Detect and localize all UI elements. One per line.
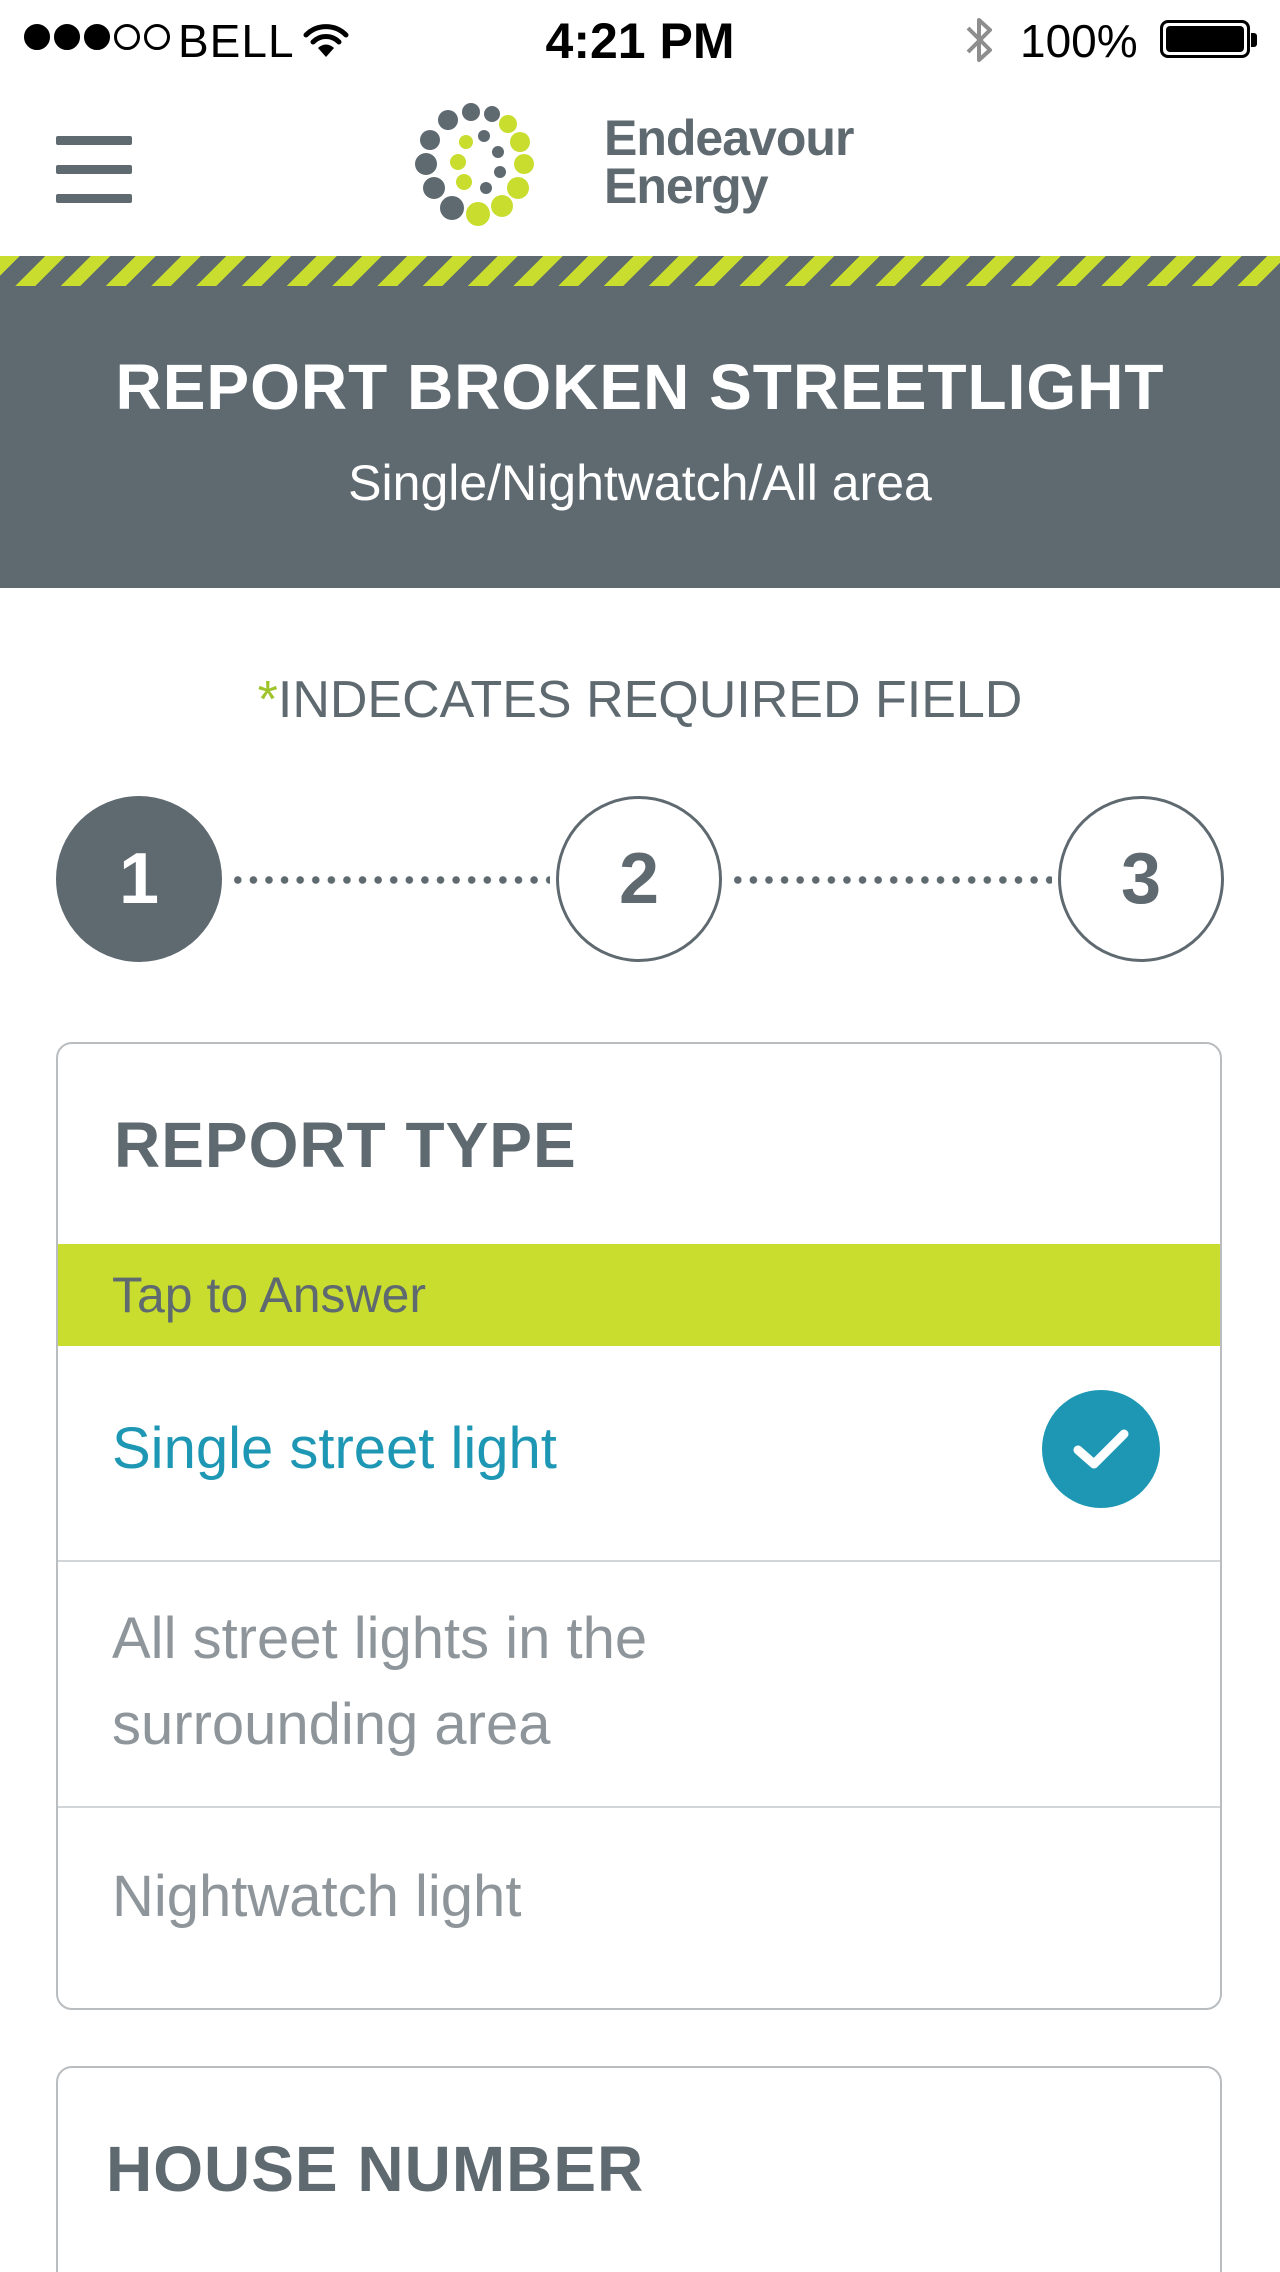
option-nightwatch-light[interactable]: Nightwatch light bbox=[58, 1808, 1220, 2008]
step-connector bbox=[730, 876, 1052, 884]
step-1[interactable]: 1 bbox=[56, 796, 222, 962]
tap-to-answer-bar: Tap to Answer bbox=[58, 1244, 1220, 1346]
app-header: Endeavour Energy bbox=[0, 80, 1280, 256]
option-label-line-1: All street lights in the bbox=[112, 1606, 648, 1671]
progress-stepper: 1 2 3 bbox=[0, 796, 1280, 962]
option-all-street-lights[interactable]: All street lights in the surrounding are… bbox=[58, 1562, 1220, 1806]
option-label: Single street light bbox=[112, 1416, 557, 1481]
step-2[interactable]: 2 bbox=[556, 796, 722, 962]
battery-percentage: 100% bbox=[1020, 15, 1138, 67]
required-star: * bbox=[257, 671, 278, 729]
option-single-street-light[interactable]: Single street light bbox=[58, 1346, 1220, 1552]
option-label-line-2: surrounding area bbox=[112, 1692, 551, 1757]
house-number-title: HOUSE NUMBER bbox=[106, 2133, 645, 2205]
page-title: REPORT BROKEN STREETLIGHT bbox=[115, 351, 1165, 423]
logo-wordmark: Endeavour Energy bbox=[604, 110, 854, 214]
house-number-card[interactable]: HOUSE NUMBER bbox=[56, 2066, 1222, 2272]
logo-line-1: Endeavour bbox=[604, 110, 854, 166]
hamburger-menu-icon[interactable] bbox=[56, 136, 132, 204]
tap-to-answer-label: Tap to Answer bbox=[112, 1267, 427, 1323]
step-3[interactable]: 3 bbox=[1058, 796, 1224, 962]
option-label: All street lights in the surrounding are… bbox=[112, 1596, 647, 1768]
report-type-card: REPORT TYPE Tap to Answer Single street … bbox=[56, 1042, 1222, 2010]
bluetooth-icon bbox=[962, 14, 998, 77]
option-label: Nightwatch light bbox=[112, 1864, 522, 1929]
page-banner: REPORT BROKEN STREETLIGHT Single/Nightwa… bbox=[0, 286, 1280, 588]
required-note-text: INDECATES REQUIRED FIELD bbox=[277, 671, 1023, 729]
battery-icon bbox=[1160, 20, 1257, 58]
report-type-title: REPORT TYPE bbox=[114, 1109, 577, 1181]
logo-line-2: Energy bbox=[604, 158, 769, 214]
endeavour-energy-logo-mark bbox=[415, 103, 534, 226]
report-streetlight-screen: BELL 4:21 PM 100% Endeavour Energy REPOR… bbox=[0, 0, 1280, 2272]
page-subtitle: Single/Nightwatch/All area bbox=[348, 455, 932, 511]
hazard-stripe bbox=[0, 256, 1280, 286]
step-connector bbox=[230, 876, 550, 884]
checkmark-icon bbox=[1042, 1390, 1160, 1508]
status-bar: BELL 4:21 PM 100% bbox=[0, 0, 1280, 80]
required-field-note: *INDECATES REQUIRED FIELD bbox=[0, 670, 1280, 730]
